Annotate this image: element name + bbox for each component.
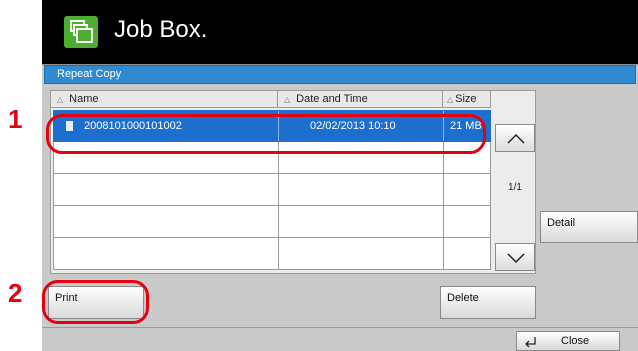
subtitle-text: Repeat Copy: [57, 68, 122, 80]
delete-button-label: Delete: [447, 292, 479, 304]
scroll-down-button[interactable]: [495, 243, 535, 271]
column-header-name[interactable]: △ Name: [51, 91, 278, 108]
list-item[interactable]: [53, 206, 491, 238]
close-button[interactable]: Close: [516, 331, 620, 351]
callout-ring-2: [42, 280, 149, 324]
scroll-down-icon: [507, 253, 525, 264]
column-header-date-label: Date and Time: [296, 93, 368, 105]
sort-triangle-icon: △: [447, 95, 454, 104]
column-header-name-label: Name: [69, 93, 99, 105]
callout-number-1: 1: [8, 104, 23, 134]
device-panel: Job Box. Repeat Copy △ Name △ Date and Tim…: [42, 0, 638, 351]
close-button-label: Close: [561, 335, 590, 347]
page-indicator: 1/1: [508, 182, 522, 193]
job-box-icon: [62, 14, 100, 50]
sort-triangle-icon: △: [284, 95, 291, 104]
scroll-column: 1/1: [495, 110, 535, 274]
callout-ring-1: [46, 114, 486, 154]
screen-area: Repeat Copy △ Name △ Date and Time △ Size 2…: [42, 64, 638, 351]
list-item[interactable]: [53, 238, 491, 270]
header: Job Box.: [42, 0, 638, 58]
column-header-row: △ Name △ Date and Time △ Size: [51, 91, 491, 108]
scroll-up-icon: [507, 133, 525, 144]
detail-button[interactable]: Detail: [540, 211, 638, 243]
return-icon: [525, 337, 536, 348]
callout-number-2: 2: [8, 278, 23, 308]
bottom-bar: Close: [42, 327, 638, 351]
column-header-size[interactable]: △ Size: [443, 91, 491, 108]
subtitle-bar: Repeat Copy: [44, 65, 636, 84]
delete-button[interactable]: Delete: [440, 286, 536, 319]
column-header-date[interactable]: △ Date and Time: [278, 91, 443, 108]
scroll-up-button[interactable]: [495, 124, 535, 152]
column-header-size-label: Size: [455, 93, 477, 105]
list-item[interactable]: [53, 174, 491, 206]
sort-triangle-icon: △: [57, 95, 64, 104]
detail-button-label: Detail: [547, 217, 576, 229]
page-title: Job Box.: [114, 16, 208, 43]
